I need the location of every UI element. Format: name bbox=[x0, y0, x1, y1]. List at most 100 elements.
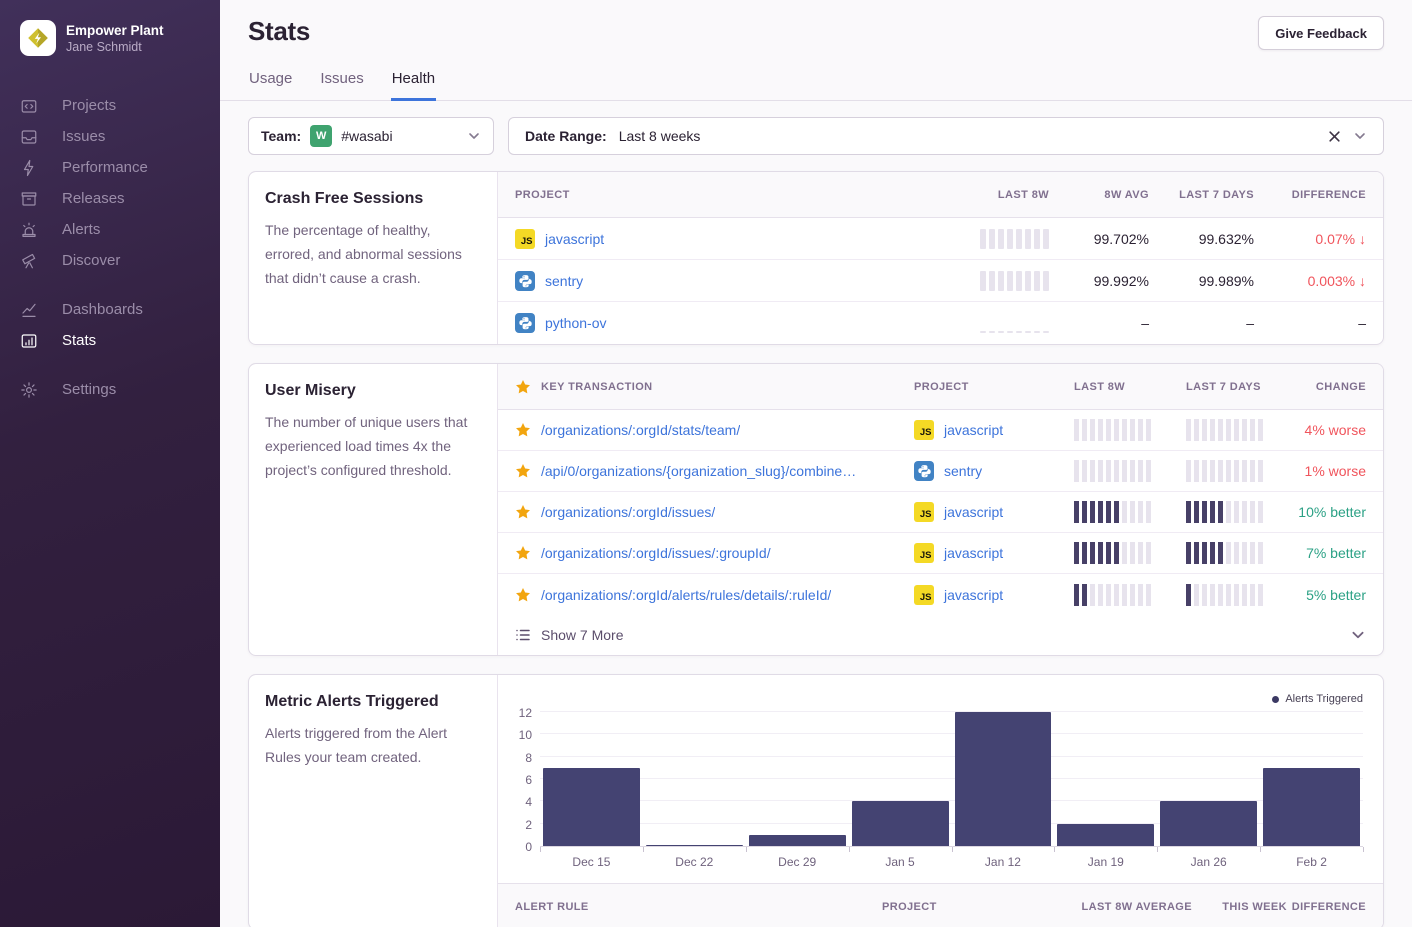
nav-divider bbox=[20, 276, 220, 294]
user-name: Jane Schmidt bbox=[66, 39, 164, 55]
mini-bar bbox=[1114, 419, 1119, 441]
discover-icon bbox=[20, 252, 42, 270]
sidebar-item-label: Alerts bbox=[62, 221, 100, 238]
mini-bar-chart bbox=[1186, 584, 1298, 606]
sidebar-item-releases[interactable]: Releases bbox=[20, 183, 220, 214]
mini-bar bbox=[1114, 460, 1119, 482]
date-range-value: Last 8 weeks bbox=[619, 128, 701, 144]
chart-bar bbox=[1263, 768, 1360, 846]
date-range-filter[interactable]: Date Range: Last 8 weeks bbox=[508, 117, 1384, 155]
mini-bar-chart bbox=[1074, 501, 1186, 523]
transaction-link[interactable]: /organizations/:orgId/issues/:groupId/ bbox=[541, 545, 771, 561]
sparkline-bar bbox=[1034, 331, 1040, 333]
gridline bbox=[540, 733, 1363, 734]
performance-icon bbox=[20, 159, 42, 177]
legend-dot-icon bbox=[1272, 696, 1279, 703]
y-tick-label: 12 bbox=[519, 706, 532, 720]
gridline bbox=[540, 756, 1363, 757]
project-link[interactable]: python-ov bbox=[545, 315, 606, 331]
sidebar-item-settings[interactable]: Settings bbox=[20, 374, 220, 405]
column-header: 8W AVG bbox=[1049, 189, 1149, 201]
sparkline-cell bbox=[944, 313, 1049, 333]
sidebar-item-issues[interactable]: Issues bbox=[20, 121, 220, 152]
sidebar-item-alerts[interactable]: Alerts bbox=[20, 214, 220, 245]
filter-bar: Team: W #wasabi Date Range: Last 8 weeks bbox=[248, 117, 1384, 155]
mini-bar bbox=[1194, 542, 1199, 564]
sparkline bbox=[980, 313, 1049, 333]
mini-bar bbox=[1218, 542, 1223, 564]
project-link[interactable]: sentry bbox=[545, 273, 583, 289]
project-link[interactable]: javascript bbox=[944, 587, 1003, 603]
mini-bar bbox=[1082, 501, 1087, 523]
mini-bar bbox=[1218, 584, 1223, 606]
project-link[interactable]: javascript bbox=[545, 231, 604, 247]
change-cell: 1% worse bbox=[1298, 463, 1366, 479]
sparkline-bar bbox=[1034, 229, 1040, 249]
project-link[interactable]: sentry bbox=[944, 463, 982, 479]
chart-legend: Alerts Triggered bbox=[1272, 693, 1363, 705]
project-cell: sentry bbox=[515, 271, 944, 291]
mini-bar bbox=[1082, 584, 1087, 606]
tab-issues[interactable]: Issues bbox=[319, 62, 364, 101]
mini-bar bbox=[1258, 584, 1263, 606]
mini-bar-chart bbox=[1074, 460, 1186, 482]
sidebar-item-performance[interactable]: Performance bbox=[20, 152, 220, 183]
crash-free-sessions-description: Crash Free Sessions The percentage of he… bbox=[249, 172, 498, 344]
alerts-icon bbox=[20, 221, 42, 239]
clear-icon[interactable] bbox=[1328, 130, 1341, 143]
mini-bar bbox=[1146, 584, 1151, 606]
team-avatar: W bbox=[310, 125, 332, 147]
chart-bar bbox=[1057, 824, 1154, 846]
project-link[interactable]: javascript bbox=[944, 422, 1003, 438]
project-link[interactable]: javascript bbox=[944, 504, 1003, 520]
project-link[interactable]: javascript bbox=[944, 545, 1003, 561]
transaction-link[interactable]: /organizations/:orgId/issues/ bbox=[541, 504, 715, 520]
show-more-button[interactable]: Show 7 More bbox=[498, 615, 1383, 655]
last-8w-cell bbox=[1074, 460, 1186, 482]
column-header: LAST 8W bbox=[944, 189, 1049, 201]
transaction-link[interactable]: /organizations/:orgId/stats/team/ bbox=[541, 422, 740, 438]
team-filter[interactable]: Team: W #wasabi bbox=[248, 117, 494, 155]
last-7-days-cell bbox=[1186, 542, 1298, 564]
change-cell: 5% better bbox=[1298, 587, 1366, 603]
star-icon bbox=[515, 379, 531, 395]
star-icon bbox=[515, 422, 531, 438]
mini-bar bbox=[1218, 501, 1223, 523]
sidebar-item-dashboards[interactable]: Dashboards bbox=[20, 294, 220, 325]
avg-8w-cell: 99.702% bbox=[1049, 231, 1149, 247]
chart-bar bbox=[543, 768, 640, 846]
sidebar-item-label: Settings bbox=[62, 381, 116, 398]
mini-bar bbox=[1138, 419, 1143, 441]
mini-bar bbox=[1242, 501, 1247, 523]
transaction-link[interactable]: /organizations/:orgId/alerts/rules/detai… bbox=[541, 587, 831, 603]
crash-free-sessions-panel: Crash Free Sessions The percentage of he… bbox=[248, 171, 1384, 345]
mini-bar bbox=[1146, 501, 1151, 523]
mini-bar bbox=[1218, 460, 1223, 482]
column-header: LAST 7 DAYS bbox=[1149, 189, 1254, 201]
x-tick-label: Jan 26 bbox=[1157, 855, 1260, 869]
tab-health[interactable]: Health bbox=[391, 62, 436, 101]
org-switcher[interactable]: Empower Plant Jane Schmidt bbox=[20, 20, 220, 56]
panel-title: Crash Free Sessions bbox=[265, 190, 481, 208]
star-icon bbox=[515, 545, 531, 561]
x-tick-label: Feb 2 bbox=[1260, 855, 1363, 869]
date-range-label: Date Range: bbox=[525, 128, 607, 144]
y-tick-label: 4 bbox=[525, 795, 532, 809]
mini-bar bbox=[1210, 542, 1215, 564]
mini-bar-chart bbox=[1186, 542, 1298, 564]
sparkline-bar bbox=[1043, 331, 1049, 333]
sidebar-item-stats[interactable]: Stats bbox=[20, 325, 220, 356]
user-misery-panel: User Misery The number of unique users t… bbox=[248, 363, 1384, 656]
mini-bar bbox=[1122, 542, 1127, 564]
y-tick-label: 8 bbox=[525, 751, 532, 765]
sparkline-bar bbox=[1025, 271, 1031, 291]
mini-bar-chart bbox=[1074, 419, 1186, 441]
mini-bar bbox=[1122, 501, 1127, 523]
tab-usage[interactable]: Usage bbox=[248, 62, 293, 101]
sidebar-item-discover[interactable]: Discover bbox=[20, 245, 220, 276]
sparkline-bar bbox=[989, 331, 995, 333]
sidebar-item-projects[interactable]: Projects bbox=[20, 90, 220, 121]
give-feedback-button[interactable]: Give Feedback bbox=[1258, 16, 1384, 50]
transaction-link[interactable]: /api/0/organizations/{organization_slug}… bbox=[541, 463, 856, 479]
key-transaction-cell: /organizations/:orgId/issues/:groupId/ bbox=[515, 545, 914, 561]
